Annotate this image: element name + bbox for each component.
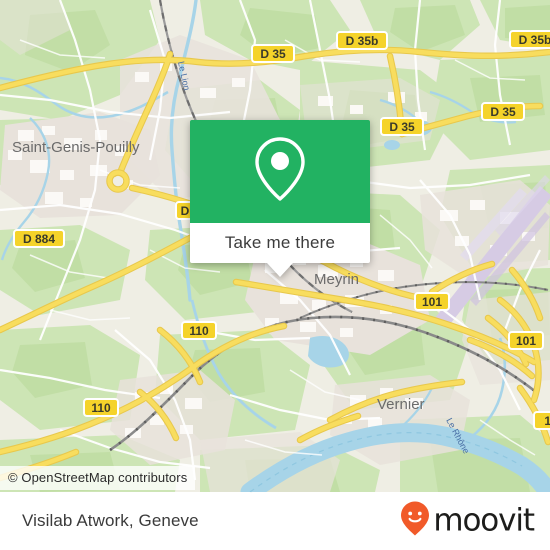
svg-text:D 35: D 35: [260, 47, 286, 61]
moovit-logo[interactable]: moovit: [400, 501, 535, 542]
svg-text:110: 110: [91, 401, 111, 415]
svg-text:D 35: D 35: [490, 105, 516, 119]
svg-text:10: 10: [544, 414, 550, 428]
place-title: Visilab Atwork, Geneve: [22, 511, 199, 530]
svg-text:D 35b: D 35b: [346, 34, 379, 48]
svg-text:Vernier: Vernier: [377, 396, 425, 413]
take-me-there-button[interactable]: Take me there: [190, 223, 370, 263]
svg-text:101: 101: [422, 295, 442, 309]
footer-bar: Visilab Atwork, Geneve moovit: [0, 492, 550, 550]
svg-text:Saint-Genis-Pouilly: Saint-Genis-Pouilly: [12, 139, 140, 156]
svg-text:D 35b: D 35b: [519, 33, 550, 47]
popup-pointer: [267, 263, 293, 277]
svg-text:Meyrin: Meyrin: [314, 271, 359, 288]
popup-icon-area: [190, 120, 370, 223]
moovit-wordmark: moovit: [433, 502, 535, 539]
destination-popup-card[interactable]: Take me there: [190, 120, 370, 277]
moovit-pin-smiley-icon: [400, 501, 430, 542]
osm-attribution[interactable]: © OpenStreetMap contributors: [0, 466, 196, 490]
svg-text:D: D: [181, 204, 190, 218]
svg-text:D 35: D 35: [389, 120, 415, 134]
svg-text:110: 110: [189, 324, 209, 338]
map-pin-icon: [252, 136, 308, 207]
svg-text:D 884: D 884: [23, 232, 55, 246]
take-me-there-label: Take me there: [224, 233, 336, 252]
svg-text:101: 101: [516, 334, 536, 348]
moovit-map-screenshot: Le Lion Le Rhône Saint-Genis-Pouilly Mey…: [0, 0, 550, 550]
